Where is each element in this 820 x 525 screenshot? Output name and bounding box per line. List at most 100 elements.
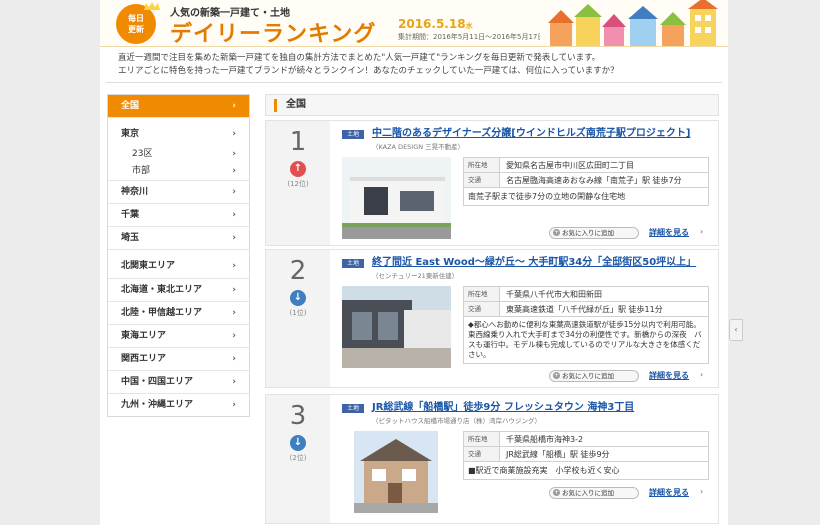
- page: 毎日 更新 人気の新築一戸建て・土地 デイリーランキング 2016.5.18水 …: [100, 0, 728, 525]
- property-info-table: 所在地 愛知県名古屋市中川区広田町二丁目 交通 名古屋臨海高速あおなみ線「南荒子」駅…: [463, 157, 709, 206]
- add-favorite-button[interactable]: + お気に入りに追加: [549, 370, 639, 382]
- previous-rank: (1位): [289, 309, 307, 317]
- add-favorite-button[interactable]: + お気に入りに追加: [549, 227, 639, 239]
- property-info-table: 所在地 千葉県船橋市海神3-2 交通 JR総武線「船橋」駅 徒歩9分 ■駅近で商業施…: [463, 431, 709, 480]
- location-value: 千葉県八千代市大和田新田: [506, 290, 602, 299]
- property-title: 終了間近 East Wood〜緑が丘〜 大手町駅34分「全邸街区50坪以上」: [372, 257, 697, 268]
- sidebar-item-kansai[interactable]: 関西エリア ›: [108, 347, 249, 370]
- area-sidebar: 全国 › 東京 › 23区 › 市部 › 神奈川 › 千葉 › 埼玉 › 北関東エリア › 北…: [107, 94, 250, 417]
- sidebar-item-chiba[interactable]: 千葉 ›: [108, 203, 249, 226]
- chevron-right-icon: ›: [232, 331, 236, 341]
- intro-line2: エリアごとに特色を持った一戸建てブランドが続々とランクイン！あなたのチェックして…: [118, 66, 619, 76]
- sidebar-item-label: 市部: [132, 166, 151, 176]
- aggregation-period: 集計期間：2016年5月11日〜2016年5月17日: [398, 33, 545, 41]
- property-photo[interactable]: [354, 431, 438, 513]
- badge-line1: 毎日: [128, 14, 144, 23]
- property-title-link[interactable]: 中二階のあるデザイナーズ分譲[ウインドヒルズ南荒子駅プロジェクト] （KAZA …: [342, 127, 708, 154]
- side-panel-toggle[interactable]: ‹: [729, 319, 743, 341]
- sidebar-item-kyushu-okinawa[interactable]: 九州・沖縄エリア ›: [108, 393, 249, 416]
- view-details-link[interactable]: 詳細を見る: [649, 487, 689, 498]
- sidebar-item-label: 北関東エリア: [121, 261, 176, 271]
- sidebar-item-label: 23区: [132, 149, 153, 159]
- plus-icon: +: [553, 229, 560, 236]
- sidebar-item-saitama[interactable]: 埼玉 ›: [108, 226, 249, 249]
- info-key: 所在地: [464, 287, 500, 301]
- info-row-transport: 交通 東葉高速鉄道「八千代緑が丘」駅 徒歩11分: [464, 302, 708, 317]
- chevron-right-icon: ›: [232, 261, 236, 271]
- property-title-link[interactable]: 終了間近 East Wood〜緑が丘〜 大手町駅34分「全邸街区50坪以上」 （…: [342, 256, 708, 283]
- chevron-right-icon: ›: [232, 285, 236, 295]
- ranking-entry: 3 ↓ (2位) 土地 JR総武線「船橋駅」徒歩9分 フレッシュタウン 海神3丁…: [265, 394, 719, 524]
- sidebar-item-hokkaido-tohoku[interactable]: 北海道・東北エリア ›: [108, 278, 249, 301]
- property-photo[interactable]: [342, 286, 451, 368]
- plus-icon: +: [553, 372, 560, 379]
- location-value: 千葉県船橋市海神3-2: [506, 435, 584, 444]
- property-title-link[interactable]: JR総武線「船橋駅」徒歩9分 フレッシュタウン 海神3丁目 （ピタットハウス船橋…: [342, 401, 708, 428]
- info-row-transport: 交通 JR総武線「船橋」駅 徒歩9分: [464, 447, 708, 462]
- date-weekday: 水: [465, 22, 473, 30]
- chevron-right-icon: ›: [232, 149, 236, 159]
- sidebar-item-shibu[interactable]: 市部 ›: [108, 163, 249, 180]
- chevron-right-icon: ›: [232, 400, 236, 410]
- sidebar-item-kitakanto[interactable]: 北関東エリア ›: [108, 255, 249, 278]
- developer-name: （ピタットハウス船橋市場通り店（株）湾岸ハウジング）: [372, 417, 541, 425]
- ranking-list: 全国 1 ↑ (12位) 土地 中二階のあるデザイナーズ分譲[ウインドヒルズ南荒…: [265, 94, 719, 524]
- sidebar-item-chugoku-shikoku[interactable]: 中国・四国エリア ›: [108, 370, 249, 393]
- rank-column: 3 ↓ (2位): [266, 395, 330, 523]
- sidebar-item-tokai[interactable]: 東海エリア ›: [108, 324, 249, 347]
- rank-up-icon: ↑: [290, 161, 306, 177]
- chevron-right-icon: ›: [700, 487, 704, 496]
- sidebar-item-tokyo[interactable]: 東京 ›: [108, 123, 249, 146]
- add-favorite-button[interactable]: + お気に入りに追加: [549, 487, 639, 499]
- ranking-entry: 2 ↓ (1位) 土地 終了間近 East Wood〜緑が丘〜 大手町駅34分「…: [265, 249, 719, 388]
- sidebar-item-kanagawa[interactable]: 神奈川 ›: [108, 180, 249, 203]
- chevron-right-icon: ›: [700, 227, 704, 236]
- sidebar-item-all[interactable]: 全国 ›: [108, 95, 249, 117]
- plus-icon: +: [553, 489, 560, 496]
- view-details-link[interactable]: 詳細を見る: [649, 227, 689, 238]
- intro-line1: 直近一週間で注目を集めた新築一戸建てを独自の集計方法でまとめた"人気一戸建て"ラ…: [118, 53, 601, 63]
- chevron-right-icon: ›: [232, 308, 236, 318]
- property-description: ◆都心へお勤めに便利な東葉高速鉄道駅が徒歩15分以内で利用可能。東西線乗り入れで…: [468, 320, 702, 359]
- ranking-entry: 1 ↑ (12位) 土地 中二階のあるデザイナーズ分譲[ウインドヒルズ南荒子駅プ…: [265, 120, 719, 246]
- sidebar-item-hokuriku[interactable]: 北陸・甲信越エリア ›: [108, 301, 249, 324]
- sidebar-item-23ku[interactable]: 23区 ›: [108, 146, 249, 163]
- section-heading-label: 全国: [286, 99, 306, 110]
- developer-name: （センチュリー21東新住建）: [372, 272, 459, 280]
- rank-column: 1 ↑ (12位): [266, 121, 330, 245]
- intro-text: 直近一週間で注目を集めた新築一戸建てを独自の集計方法でまとめた"人気一戸建て"ラ…: [118, 52, 718, 78]
- rank-number: 1: [289, 127, 307, 157]
- chevron-right-icon: ›: [232, 187, 236, 197]
- page-title: デイリーランキング: [170, 22, 377, 47]
- property-title: JR総武線「船橋駅」徒歩9分 フレッシュタウン 海神3丁目: [372, 402, 635, 413]
- sidebar-item-label: 東京: [121, 129, 140, 139]
- previous-rank: (2位): [289, 454, 307, 462]
- property-info-table: 所在地 千葉県八千代市大和田新田 交通 東葉高速鉄道「八千代緑が丘」駅 徒歩11分 …: [463, 286, 709, 364]
- sidebar-item-label: 関西エリア: [121, 354, 167, 364]
- ranking-header: 毎日 更新 人気の新築一戸建て・土地 デイリーランキング 2016.5.18水 …: [100, 0, 728, 47]
- chevron-right-icon: ›: [232, 101, 236, 111]
- transport-value: 名古屋臨海高速あおなみ線「南荒子」駅 徒歩7分: [506, 176, 682, 185]
- rank-column: 2 ↓ (1位): [266, 250, 330, 387]
- view-details-link[interactable]: 詳細を見る: [649, 370, 689, 381]
- chevron-right-icon: ›: [232, 129, 236, 139]
- chevron-right-icon: ›: [232, 210, 236, 220]
- transport-value: 東葉高速鉄道「八千代緑が丘」駅 徒歩11分: [506, 305, 663, 314]
- badge-line2: 更新: [128, 25, 144, 34]
- property-photo[interactable]: [342, 157, 451, 239]
- info-row-location: 所在地 千葉県八千代市大和田新田: [464, 287, 708, 302]
- chevron-right-icon: ›: [232, 354, 236, 364]
- sidebar-item-label: 全国: [121, 101, 140, 111]
- info-row-transport: 交通 名古屋臨海高速あおなみ線「南荒子」駅 徒歩7分: [464, 173, 708, 188]
- chevron-right-icon: ›: [232, 166, 236, 176]
- previous-rank: (12位): [287, 180, 309, 188]
- property-description: ■駅近で商業施設充実 小学校も近く安心: [468, 466, 620, 475]
- date-value: 2016.5.18: [398, 17, 466, 31]
- info-row-location: 所在地 愛知県名古屋市中川区広田町二丁目: [464, 158, 708, 173]
- sidebar-item-label: 東海エリア: [121, 331, 167, 341]
- heading-accent-bar: [274, 99, 277, 112]
- info-key: 交通: [464, 447, 500, 461]
- info-key: 交通: [464, 173, 500, 187]
- property-title: 中二階のあるデザイナーズ分譲[ウインドヒルズ南荒子駅プロジェクト]: [372, 128, 691, 139]
- add-favorite-label: お気に入りに追加: [562, 489, 614, 497]
